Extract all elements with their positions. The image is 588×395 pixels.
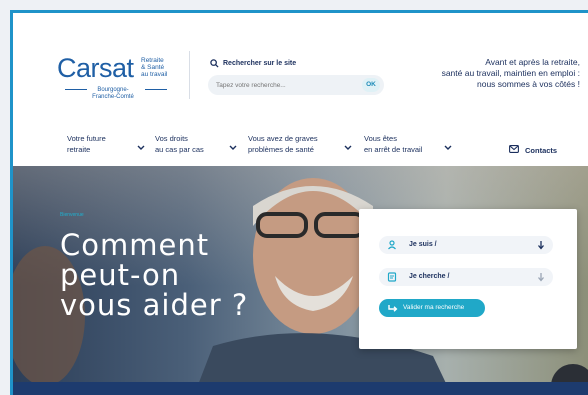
header-divider xyxy=(189,51,190,99)
help-search-card: Je suis / Je cherche / Valider ma recher… xyxy=(359,209,577,349)
nav-item-sick-leave[interactable]: Vous êtes en arrêt de travail xyxy=(364,133,452,155)
i-am-select[interactable]: Je suis / xyxy=(379,236,553,254)
search-icon xyxy=(210,59,219,68)
logo-rule xyxy=(145,89,167,90)
return-arrow-icon xyxy=(388,305,398,312)
nav-item-future-retirement[interactable]: Votre future retraite xyxy=(67,133,145,155)
chevron-down-icon xyxy=(344,145,352,150)
nav-item-label: Votre future xyxy=(67,134,106,143)
logo-region-line: Bourgogne- xyxy=(97,87,129,93)
i-am-looking-for-select-label: Je cherche / xyxy=(409,273,450,280)
mail-icon[interactable] xyxy=(509,145,519,153)
search-submit-button[interactable]: OK xyxy=(362,78,380,92)
hero-banner: Bienvenue Comment peut-on vous aider ? J… xyxy=(13,166,588,395)
search-label-text: Rechercher sur le site xyxy=(223,60,297,67)
tagline-line: Avant et après la retraite, xyxy=(485,57,580,67)
nav-item-rights[interactable]: Vos droits au cas par cas xyxy=(155,133,237,155)
nav-item-label: Vous êtes xyxy=(364,134,397,143)
nav-item-label: retraite xyxy=(67,145,91,154)
nav-item-label: en arrêt de travail xyxy=(364,145,423,154)
hero-title-line: Comment xyxy=(60,228,210,262)
nav-contacts-link[interactable]: Contacts xyxy=(525,146,557,155)
person-icon xyxy=(388,240,396,250)
validate-search-label: Valider ma recherche xyxy=(403,304,465,311)
arrow-down-icon xyxy=(538,273,544,282)
chevron-down-icon xyxy=(444,145,452,150)
tagline-line: nous sommes à vos côtés ! xyxy=(477,79,580,89)
search-box: OK xyxy=(208,75,384,95)
logo-subtitle-line: Retraite xyxy=(141,57,164,64)
logo-region: Bourgogne- Franche-Comté xyxy=(83,87,143,101)
hero-title-line: peut-on xyxy=(60,258,181,292)
nav-item-label: Vos droits xyxy=(155,134,188,143)
i-am-select-label: Je suis / xyxy=(409,241,437,248)
arrow-down-icon xyxy=(538,241,544,250)
logo-subtitle-line: & Santé xyxy=(141,64,165,71)
logo-name: Carsat xyxy=(57,53,134,83)
hero-title-line: vous aider ? xyxy=(60,288,249,322)
search-label: Rechercher sur le site xyxy=(210,59,296,68)
hero-bottom-bar xyxy=(13,382,588,395)
search-input[interactable] xyxy=(216,75,346,95)
header-tagline: Avant et après la retraite, santé au tra… xyxy=(442,57,580,90)
main-nav: Votre future retraite Vos droits au cas … xyxy=(13,133,588,163)
logo-region-line: Franche-Comté xyxy=(92,94,134,100)
browser-viewport: Carsat Retraite & Santé au travail Bourg… xyxy=(10,10,588,395)
nav-item-label: Vous avez de graves xyxy=(248,134,318,143)
hero-title: Comment peut-on vous aider ? xyxy=(60,230,248,320)
tagline-line: santé au travail, maintien en emploi : xyxy=(441,68,580,78)
carsat-logo[interactable]: Carsat Retraite & Santé au travail Bourg… xyxy=(57,55,177,107)
hero-eyebrow: Bienvenue xyxy=(60,212,84,218)
chevron-down-icon xyxy=(137,145,145,150)
nav-item-label: au cas par cas xyxy=(155,145,204,154)
logo-subtitle-line: au travail xyxy=(141,71,168,78)
chevron-down-icon xyxy=(229,145,237,150)
document-icon xyxy=(387,272,397,282)
nav-item-health-problems[interactable]: Vous avez de graves problèmes de santé xyxy=(248,133,352,155)
logo-subtitle: Retraite & Santé au travail xyxy=(141,57,167,78)
i-am-looking-for-select[interactable]: Je cherche / xyxy=(379,268,553,286)
nav-item-label: problèmes de santé xyxy=(248,145,314,154)
validate-search-button[interactable]: Valider ma recherche xyxy=(379,299,485,317)
